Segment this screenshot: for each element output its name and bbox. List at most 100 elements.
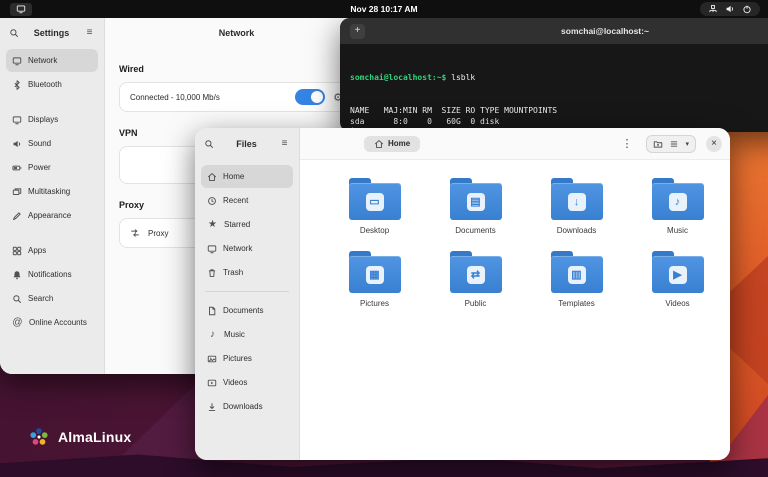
folder-public[interactable]: ⇄ Public (425, 251, 526, 308)
image-icon (207, 354, 217, 364)
sidebar-item-network[interactable]: Network (6, 49, 98, 72)
folder-videos[interactable]: ▶ Videos (627, 251, 728, 308)
files-title: Files (219, 139, 274, 149)
wired-heading: Wired (119, 64, 354, 74)
sidebar-item-videos[interactable]: Videos (201, 371, 293, 394)
appearance-icon (12, 211, 22, 221)
volume-icon (725, 4, 735, 14)
folder-documents[interactable]: ▤ Documents (425, 178, 526, 235)
screencast-indicator[interactable] (10, 3, 32, 16)
terminal-body[interactable]: somchai@localhost:~$ lsblk NAME MAJ:MIN … (340, 44, 768, 132)
sidebar-item-online-accounts[interactable]: @ Online Accounts (6, 311, 98, 334)
displays-icon (12, 115, 22, 125)
wired-network-icon (708, 4, 718, 14)
multitasking-icon (12, 187, 22, 197)
video-icon (207, 378, 217, 388)
wired-status: Connected - 10,000 Mb/s (130, 93, 287, 102)
item-label: Pictures (223, 354, 252, 363)
system-tray[interactable] (700, 2, 760, 16)
toggle-knob (311, 91, 323, 103)
sidebar-item-appearance[interactable]: Appearance (6, 204, 98, 227)
sidebar-item-pictures[interactable]: Pictures (201, 347, 293, 370)
sidebar-item-notifications[interactable]: Notifications (6, 263, 98, 286)
sidebar-item-search[interactable]: Search (6, 287, 98, 310)
folder-icon: ▤ (450, 178, 502, 220)
wired-toggle[interactable] (295, 89, 325, 105)
terminal-prompt: somchai@localhost:~$ (350, 73, 446, 82)
folder-icon: ⇄ (450, 251, 502, 293)
sidebar-item-home[interactable]: Home (201, 165, 293, 188)
sidebar-item-sound[interactable]: Sound (6, 132, 98, 155)
sidebar-item-downloads[interactable]: Downloads (201, 395, 293, 418)
clock-icon (207, 196, 217, 206)
folder-name: Music (667, 226, 688, 235)
proxy-icon (130, 228, 140, 238)
sidebar-item-documents[interactable]: Documents (201, 299, 293, 322)
sidebar-item-bluetooth[interactable]: Bluetooth (6, 73, 98, 96)
new-folder-icon[interactable] (653, 139, 663, 149)
sidebar-item-network[interactable]: Network (201, 237, 293, 260)
close-button[interactable]: × (706, 136, 722, 152)
item-label: Sound (28, 139, 51, 148)
files-toolbar: Home ⋮ ▾ × (300, 128, 730, 160)
sidebar-item-power[interactable]: Power (6, 156, 98, 179)
sidebar-item-trash[interactable]: Trash (201, 261, 293, 284)
search-icon[interactable] (204, 139, 214, 149)
menu-icon[interactable]: ≡ (279, 139, 290, 149)
sidebar-item-displays[interactable]: Displays (6, 108, 98, 131)
terminal-title: somchai@localhost:~ (340, 26, 768, 36)
menu-icon[interactable]: ≡ (84, 28, 95, 38)
folder-templates[interactable]: ▥ Templates (526, 251, 627, 308)
sidebar-item-recent[interactable]: Recent (201, 189, 293, 212)
item-label: Downloads (223, 402, 263, 411)
settings-sidebar-header: Settings ≡ (0, 18, 104, 48)
sidebar-item-apps[interactable]: Apps (6, 239, 98, 262)
folder-name: Documents (455, 226, 495, 235)
battery-icon (12, 163, 22, 173)
folder-music[interactable]: ♪ Music (627, 178, 728, 235)
network-icon (12, 56, 22, 66)
item-label: Network (28, 56, 57, 65)
chevron-down-icon[interactable]: ▾ (685, 140, 689, 148)
folder-name: Videos (665, 299, 689, 308)
folder-pictures[interactable]: ▦ Pictures (324, 251, 425, 308)
list-view-icon[interactable] (669, 139, 679, 149)
folder-name: Pictures (360, 299, 389, 308)
files-header: Files ≡ Home ⋮ (195, 128, 730, 160)
folder-name: Public (465, 299, 487, 308)
clock[interactable]: Nov 28 10:17 AM (341, 2, 426, 16)
sidebar-item-music[interactable]: ♪ Music (201, 323, 293, 346)
music-note-icon: ♪ (207, 330, 218, 340)
settings-page-title: Network (105, 18, 368, 48)
search-icon[interactable] (9, 28, 19, 38)
folder-downloads[interactable]: ↓ Downloads (526, 178, 627, 235)
download-icon (207, 402, 217, 412)
breadcrumb-label: Home (388, 139, 410, 148)
sidebar-group-gap (0, 228, 104, 238)
almalinux-logo-icon (28, 426, 50, 448)
star-icon: ★ (207, 220, 218, 230)
brand-name: AlmaLinux (58, 429, 131, 445)
breadcrumb[interactable]: Home (364, 136, 420, 152)
item-label: Recent (223, 196, 248, 205)
network-icon (207, 244, 217, 254)
folder-name: Desktop (360, 226, 389, 235)
apps-grid-icon (12, 246, 22, 256)
item-label: Bluetooth (28, 80, 62, 89)
bluetooth-icon (12, 80, 22, 90)
view-controls: ▾ (646, 135, 696, 153)
settings-sidebar: Settings ≡ Network Bluetooth (0, 18, 105, 374)
item-label: Online Accounts (29, 318, 87, 327)
sidebar-item-starred[interactable]: ★ Starred (201, 213, 293, 236)
folder-desktop[interactable]: ▭ Desktop (324, 178, 425, 235)
wired-connection-row[interactable]: Connected - 10,000 Mb/s ⚙ (119, 82, 354, 112)
terminal-header[interactable]: + somchai@localhost:~ (340, 18, 768, 44)
videos-emblem-icon: ▶ (669, 266, 687, 284)
kebab-menu-icon[interactable]: ⋮ (615, 137, 638, 150)
sound-icon (12, 139, 22, 149)
new-tab-button[interactable]: + (350, 24, 365, 39)
sidebar-separator (205, 291, 289, 292)
item-label: Notifications (28, 270, 72, 279)
sidebar-item-multitasking[interactable]: Multitasking (6, 180, 98, 203)
item-label: Home (223, 172, 244, 181)
